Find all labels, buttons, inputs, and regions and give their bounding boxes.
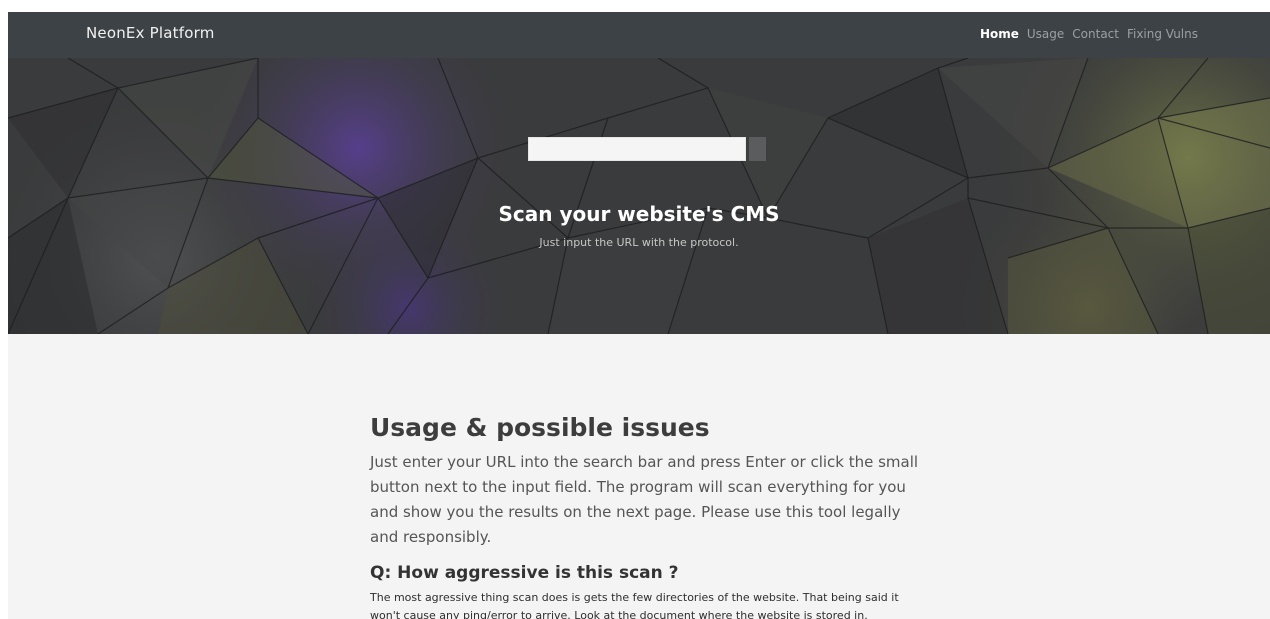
faq-answer: The most agressive thing scan does is ge… [370,591,899,619]
url-input[interactable] [528,137,746,161]
nav-link-fixing-vulns[interactable]: Fixing Vulns [1127,27,1198,41]
hero-subtitle: Just input the URL with the protocol. [539,236,739,249]
brand-link[interactable]: NeonEx Platform [86,24,215,42]
nav-link-contact[interactable]: Contact [1072,27,1119,41]
nav-link-usage[interactable]: Usage [1027,27,1064,41]
hero-banner: Scan your website's CMS Just input the U… [8,58,1270,334]
usage-description: Just enter your URL into the search bar … [370,453,919,546]
faq-question: Q: How aggressive is this scan ? [370,563,679,583]
scan-submit-button[interactable] [749,137,766,161]
nav-links: Home Usage Contact Fixing Vulns [980,27,1198,41]
top-navbar: NeonEx Platform Home Usage Contact Fixin… [8,12,1270,58]
page-frame: NeonEx Platform Home Usage Contact Fixin… [8,12,1270,619]
usage-title: Usage & possible issues [370,413,710,442]
search-bar [528,137,766,161]
hero-background-pattern [8,58,1270,334]
usage-section: Usage & possible issues Just enter your … [370,412,920,619]
hero-title: Scan your website's CMS [498,202,780,226]
nav-link-home[interactable]: Home [980,27,1019,41]
